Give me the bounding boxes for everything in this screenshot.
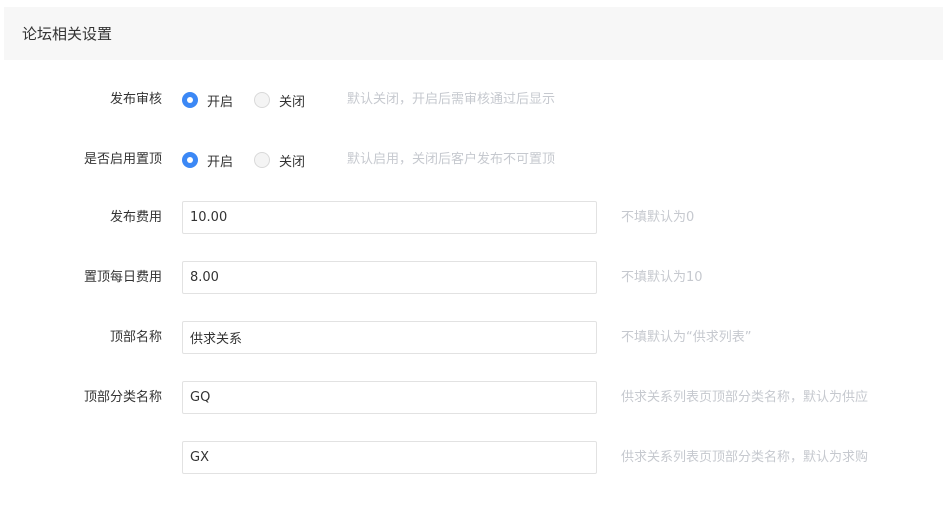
radio-unchecked-icon[interactable] — [254, 92, 271, 108]
top-name-label: 顶部名称 — [109, 330, 162, 345]
pin-enable-off-radio[interactable]: 关闭 — [254, 151, 305, 170]
review-radio-group: 开启 关闭 — [182, 83, 326, 117]
top-category-supply-input[interactable] — [182, 381, 597, 414]
publish-fee-input[interactable] — [182, 201, 597, 234]
publish-fee-hint: 不填默认为0 — [621, 210, 695, 225]
pin-enable-on-radio[interactable]: 开启 — [182, 151, 233, 170]
top-category-supply-hint: 供求关系列表页顶部分类名称，默认为供应 — [621, 390, 869, 405]
publish-fee-label: 发布费用 — [109, 210, 162, 225]
review-row: 发布审核 开启 关闭 默认关闭，开启后需审核通过后显示 — [0, 83, 943, 117]
pin-daily-fee-hint: 不填默认为10 — [621, 270, 703, 285]
review-label: 发布审核 — [109, 92, 162, 107]
top-category-demand-row: 供求关系列表页顶部分类名称，默认为求购 — [0, 441, 943, 475]
top-category-demand-input[interactable] — [182, 441, 597, 474]
pin-enable-hint: 默认启用，关闭后客户发布不可置顶 — [347, 152, 556, 167]
radio-unchecked-icon[interactable] — [254, 152, 271, 168]
radio-checked-icon[interactable] — [182, 152, 198, 168]
top-name-hint: 不填默认为“供求列表” — [621, 330, 752, 345]
pin-enable-off-label: 关闭 — [279, 154, 306, 170]
top-name-input[interactable] — [182, 321, 597, 354]
pin-enable-radio-group: 开启 关闭 — [182, 143, 326, 177]
publish-fee-row: 发布费用 不填默认为0 — [0, 201, 943, 235]
top-name-row: 顶部名称 不填默认为“供求列表” — [0, 321, 943, 355]
top-category-supply-row: 顶部分类名称 供求关系列表页顶部分类名称，默认为供应 — [0, 381, 943, 415]
review-on-radio[interactable]: 开启 — [182, 91, 233, 110]
pin-enable-on-label: 开启 — [207, 154, 234, 170]
review-hint: 默认关闭，开启后需审核通过后显示 — [347, 92, 556, 107]
panel-title: 论坛相关设置 — [22, 25, 113, 43]
review-off-radio[interactable]: 关闭 — [254, 91, 305, 110]
review-off-label: 关闭 — [279, 94, 306, 110]
review-on-label: 开启 — [207, 94, 234, 110]
pin-daily-fee-label: 置顶每日费用 — [83, 270, 162, 285]
pin-enable-label: 是否启用置顶 — [83, 152, 162, 167]
top-category-label: 顶部分类名称 — [83, 390, 162, 405]
pin-enable-row: 是否启用置顶 开启 关闭 默认启用，关闭后客户发布不可置顶 — [0, 143, 943, 177]
panel-header: 论坛相关设置 — [4, 7, 943, 60]
top-category-demand-hint: 供求关系列表页顶部分类名称，默认为求购 — [621, 450, 869, 465]
pin-daily-fee-input[interactable] — [182, 261, 597, 294]
radio-checked-icon[interactable] — [182, 92, 198, 108]
pin-daily-fee-row: 置顶每日费用 不填默认为10 — [0, 261, 943, 295]
